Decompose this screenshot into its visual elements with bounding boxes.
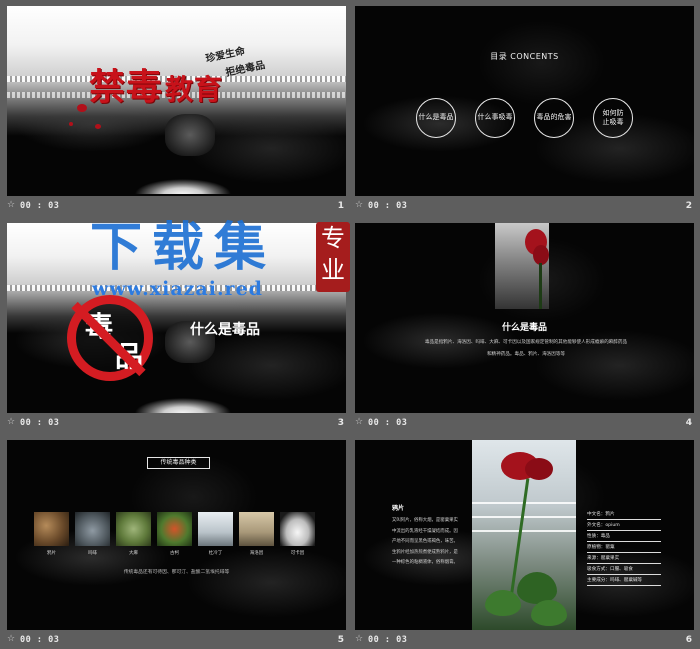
fact-row: 主要成分：吗啡、罂粟碱等 [587, 576, 661, 586]
powder-pile [135, 164, 231, 194]
transition-icon[interactable]: ☆ [7, 634, 15, 644]
drug-label: 吗啡 [88, 551, 97, 556]
fact-row: 中文名：鸦片 [587, 510, 661, 520]
slide-5-note: 传统毒品还有可待因、那可汀、盐酸二氢埃托啡等 [123, 570, 230, 575]
slide-thumbnail-2[interactable]: 目录 CONCENTS 什么是毒品 什么事吸毒 毒品的危害 如何防止吸毒 ☆ 0… [355, 6, 694, 217]
masked-face [165, 114, 215, 156]
background-image [355, 6, 694, 196]
drug-label: 杜冷丁 [208, 551, 223, 556]
slide-number: 3 [337, 418, 344, 428]
slide-number: 6 [685, 635, 692, 645]
fact-row: 外文名：opium [587, 521, 661, 531]
fact-row: 性质：毒品 [587, 532, 661, 542]
drug-label: 大麻 [129, 551, 138, 556]
blood-splatter [95, 124, 101, 129]
slide-2-preview[interactable]: 目录 CONCENTS 什么是毒品 什么事吸毒 毒品的危害 如何防止吸毒 [355, 6, 694, 196]
fact-row: 吸食方式：口服、吸食 [587, 565, 661, 575]
powder-pile [135, 383, 231, 413]
title-main: 禁毒 [89, 66, 164, 108]
drug-label: 海洛因 [249, 551, 264, 556]
drug-photo-cocaine [280, 512, 315, 546]
slide-3-heading: 什么是毒品 [190, 322, 260, 338]
slide-5-tag: 传统毒品种类 [147, 457, 210, 469]
transition-icon[interactable]: ☆ [7, 417, 15, 427]
watermark-seal: 专业 [316, 222, 350, 292]
photo-railing [472, 530, 576, 532]
poppy-petal [525, 458, 553, 480]
slide-4-body: 毒品是指鸦片、海洛因、吗啡、大麻、可卡因以及国家规定管制的其他能够使人形成瘾癖的… [424, 340, 628, 357]
drug-photo-morphine [75, 512, 110, 546]
toc-item: 毒品的危害 [534, 98, 574, 138]
poppy-stem [539, 263, 542, 309]
drug-photo-cannabis [116, 512, 151, 546]
slide-thumbnail-5[interactable]: 传统毒品种类 鸦片 吗啡 大麻 古柯 杜冷丁 海洛因 可卡因 传统毒品还有可待因… [7, 440, 346, 649]
blood-splatter [69, 122, 73, 126]
transition-icon[interactable]: ☆ [355, 417, 363, 427]
slide-number: 1 [337, 201, 344, 211]
poppy-leaf [531, 600, 567, 626]
slide-1-preview[interactable]: 禁毒教育 珍爱生命 拒绝毒品 [7, 6, 346, 196]
poppy-petal [533, 245, 549, 265]
slide-4-heading: 什么是毒品 [501, 323, 547, 333]
fact-row: 原植物：罂粟 [587, 543, 661, 553]
slide-4-preview[interactable]: 什么是毒品 毒品是指鸦片、海洛因、吗啡、大麻、可卡因以及国家规定管制的其他能够使… [355, 223, 694, 413]
poppy-leaf [485, 590, 521, 616]
toc-item: 如何防止吸毒 [593, 98, 633, 138]
toc-item: 什么是毒品 [416, 98, 456, 138]
slide-1-title: 禁毒教育 [89, 58, 223, 110]
slide-5-preview[interactable]: 传统毒品种类 鸦片 吗啡 大麻 古柯 杜冷丁 海洛因 可卡因 传统毒品还有可待因… [7, 440, 346, 630]
slide-2-meta: ☆ 00 : 03 2 [355, 198, 694, 214]
transition-icon[interactable]: ☆ [355, 634, 363, 644]
drug-photo-opium [34, 512, 69, 546]
toc-title: 目录 CONCENTS [490, 52, 559, 61]
slide-6-preview[interactable]: 鸦片 又叫阿片，俗称大烟，是罂粟果实中流出的乳液经干燥凝结而成。因产地不同而呈黑… [355, 440, 694, 630]
watermark-title: 下载集 [90, 217, 277, 278]
slide-thumbnail-4[interactable]: 什么是毒品 毒品是指鸦片、海洛因、吗啡、大麻、可卡因以及国家规定管制的其他能够使… [355, 223, 694, 434]
slide-duration: 00 : 03 [20, 201, 60, 211]
poppy-photo [495, 223, 549, 309]
slide-6-name: 鸦片 [392, 505, 405, 512]
transition-icon[interactable]: ☆ [355, 200, 363, 210]
slide-number: 2 [685, 201, 692, 211]
drug-label: 可卡因 [290, 551, 305, 556]
transition-icon[interactable]: ☆ [7, 200, 15, 210]
toc-item: 什么事吸毒 [475, 98, 515, 138]
slide-duration: 00 : 03 [20, 418, 60, 428]
slide-duration: 00 : 03 [368, 635, 408, 645]
drug-label: 鸦片 [47, 551, 56, 556]
slide-4-meta: ☆ 00 : 03 4 [355, 415, 694, 431]
fact-row: 来源：罂粟果实 [587, 554, 661, 564]
slide-thumbnail-6[interactable]: 鸦片 又叫阿片，俗称大烟，是罂粟果实中流出的乳液经干燥凝结而成。因产地不同而呈黑… [355, 440, 694, 649]
blood-splatter [77, 104, 87, 112]
watermark-url: www.xiazai.red [92, 278, 263, 300]
slide-number: 5 [337, 635, 344, 645]
slide-3-meta: ☆ 00 : 03 3 [7, 415, 346, 431]
slide-duration: 00 : 03 [368, 418, 408, 428]
slide-6-description: 又叫阿片，俗称大烟，是罂粟果实中流出的乳液经干燥凝结而成。因产地不同而呈黑色或褐… [392, 518, 458, 565]
slide-duration: 00 : 03 [20, 635, 60, 645]
slide-number: 4 [685, 418, 692, 428]
drug-photo-heroin [239, 512, 274, 546]
drug-photo-coca [157, 512, 192, 546]
title-sub: 教育 [165, 73, 224, 106]
drug-label: 古柯 [170, 551, 179, 556]
drug-photo-pethidine [198, 512, 233, 546]
slide-6-meta: ☆ 00 : 03 6 [355, 632, 694, 648]
slide-5-meta: ☆ 00 : 03 5 [7, 632, 346, 648]
slide-duration: 00 : 03 [368, 201, 408, 211]
slide-thumbnail-1[interactable]: 禁毒教育 珍爱生命 拒绝毒品 ☆ 00 : 03 1 [7, 6, 346, 217]
